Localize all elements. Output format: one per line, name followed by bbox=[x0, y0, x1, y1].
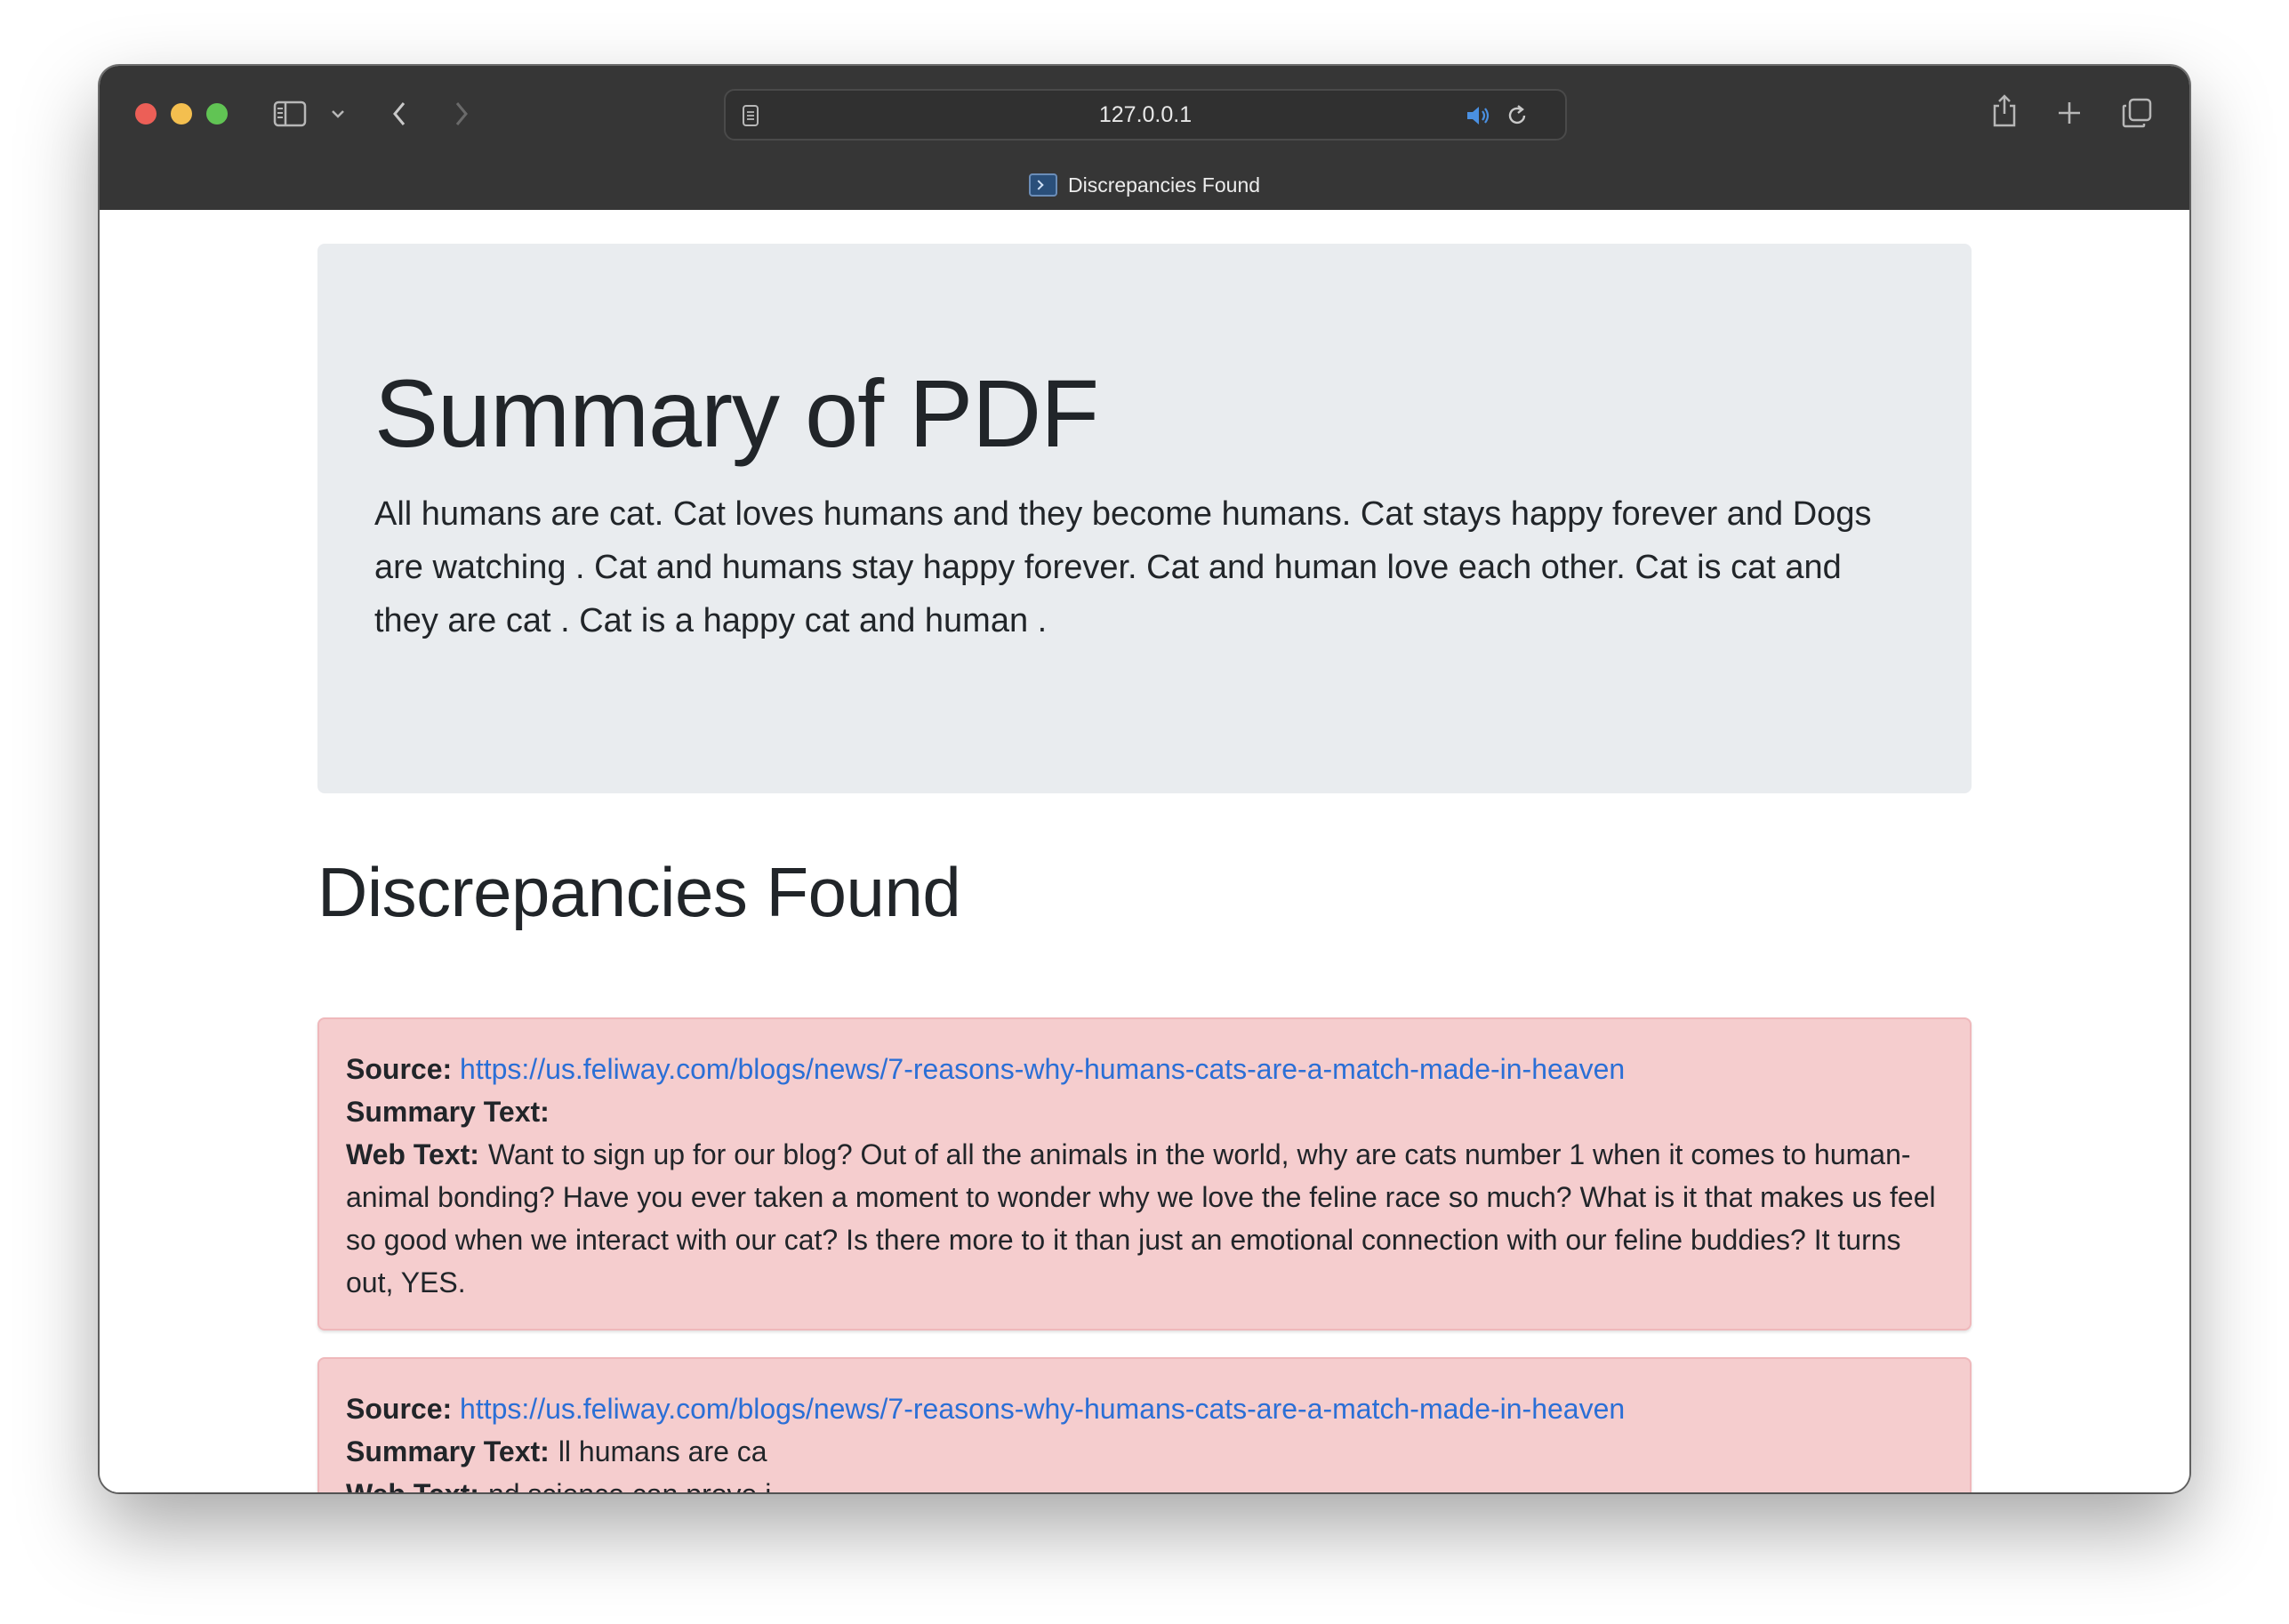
discrepancies-heading: Discrepancies Found bbox=[317, 853, 961, 931]
summary-text-value: ll humans are ca bbox=[558, 1435, 767, 1467]
summary-text-label: Summary Text: bbox=[346, 1435, 550, 1467]
source-link[interactable]: https://us.feliway.com/blogs/news/7-reas… bbox=[460, 1053, 1625, 1085]
browser-toolbar: 127.0.0.1 Discrepancies Found bbox=[100, 66, 2189, 210]
speaker-icon[interactable] bbox=[1464, 103, 1494, 128]
summary-jumbotron: Summary of PDF All humans are cat. Cat l… bbox=[317, 244, 1972, 793]
browser-window: 127.0.0.1 Discrepancies Found Summary of… bbox=[100, 66, 2189, 1492]
forward-arrow-icon[interactable] bbox=[448, 98, 475, 130]
tab-overview-icon[interactable] bbox=[2120, 96, 2154, 130]
zoom-window-button[interactable] bbox=[206, 103, 228, 125]
active-tab[interactable]: Discrepancies Found bbox=[100, 171, 2189, 199]
summary-text: All humans are cat. Cat loves humans and… bbox=[374, 495, 1872, 639]
share-icon[interactable] bbox=[1988, 91, 2020, 130]
tab-title: Discrepancies Found bbox=[1067, 173, 1261, 197]
terminal-favicon-icon bbox=[1028, 173, 1057, 197]
address-bar[interactable]: 127.0.0.1 bbox=[724, 89, 1567, 141]
reload-icon[interactable] bbox=[1505, 103, 1531, 128]
address-url: 127.0.0.1 bbox=[1098, 101, 1193, 127]
web-text-label: Web Text: bbox=[346, 1138, 479, 1170]
web-text-value: nd science can prove i bbox=[488, 1478, 771, 1492]
chevron-down-icon[interactable] bbox=[329, 105, 347, 123]
back-arrow-icon[interactable] bbox=[386, 98, 413, 130]
close-window-button[interactable] bbox=[135, 103, 157, 125]
discrepancy-alert: Source: https://us.feliway.com/blogs/new… bbox=[317, 1017, 1972, 1331]
web-text-line: Web Text: nd science can prove i bbox=[346, 1473, 1943, 1492]
new-tab-icon[interactable] bbox=[2054, 98, 2084, 128]
summary-text-line: Summary Text: ll humans are ca bbox=[346, 1430, 1943, 1473]
web-text-line: Web Text: Want to sign up for our blog? O… bbox=[346, 1133, 1943, 1304]
minimize-window-button[interactable] bbox=[171, 103, 192, 125]
discrepancy-alert: Source: https://us.feliway.com/blogs/new… bbox=[317, 1357, 1972, 1492]
page-content: Summary of PDF All humans are cat. Cat l… bbox=[100, 210, 2189, 1492]
source-label: Source: bbox=[346, 1393, 453, 1425]
source-line: Source: https://us.feliway.com/blogs/new… bbox=[346, 1387, 1943, 1430]
summary-title: Summary of PDF bbox=[374, 359, 1099, 467]
summary-text-line: Summary Text: bbox=[346, 1090, 1943, 1133]
sidebar-toggle-icon[interactable] bbox=[272, 98, 308, 130]
source-label: Source: bbox=[346, 1053, 453, 1085]
source-line: Source: https://us.feliway.com/blogs/new… bbox=[346, 1048, 1943, 1090]
summary-text-label: Summary Text: bbox=[346, 1096, 550, 1128]
web-text-value: Want to sign up for our blog? Out of all… bbox=[346, 1138, 1936, 1298]
web-text-label: Web Text: bbox=[346, 1478, 479, 1492]
source-link[interactable]: https://us.feliway.com/blogs/news/7-reas… bbox=[460, 1393, 1625, 1425]
